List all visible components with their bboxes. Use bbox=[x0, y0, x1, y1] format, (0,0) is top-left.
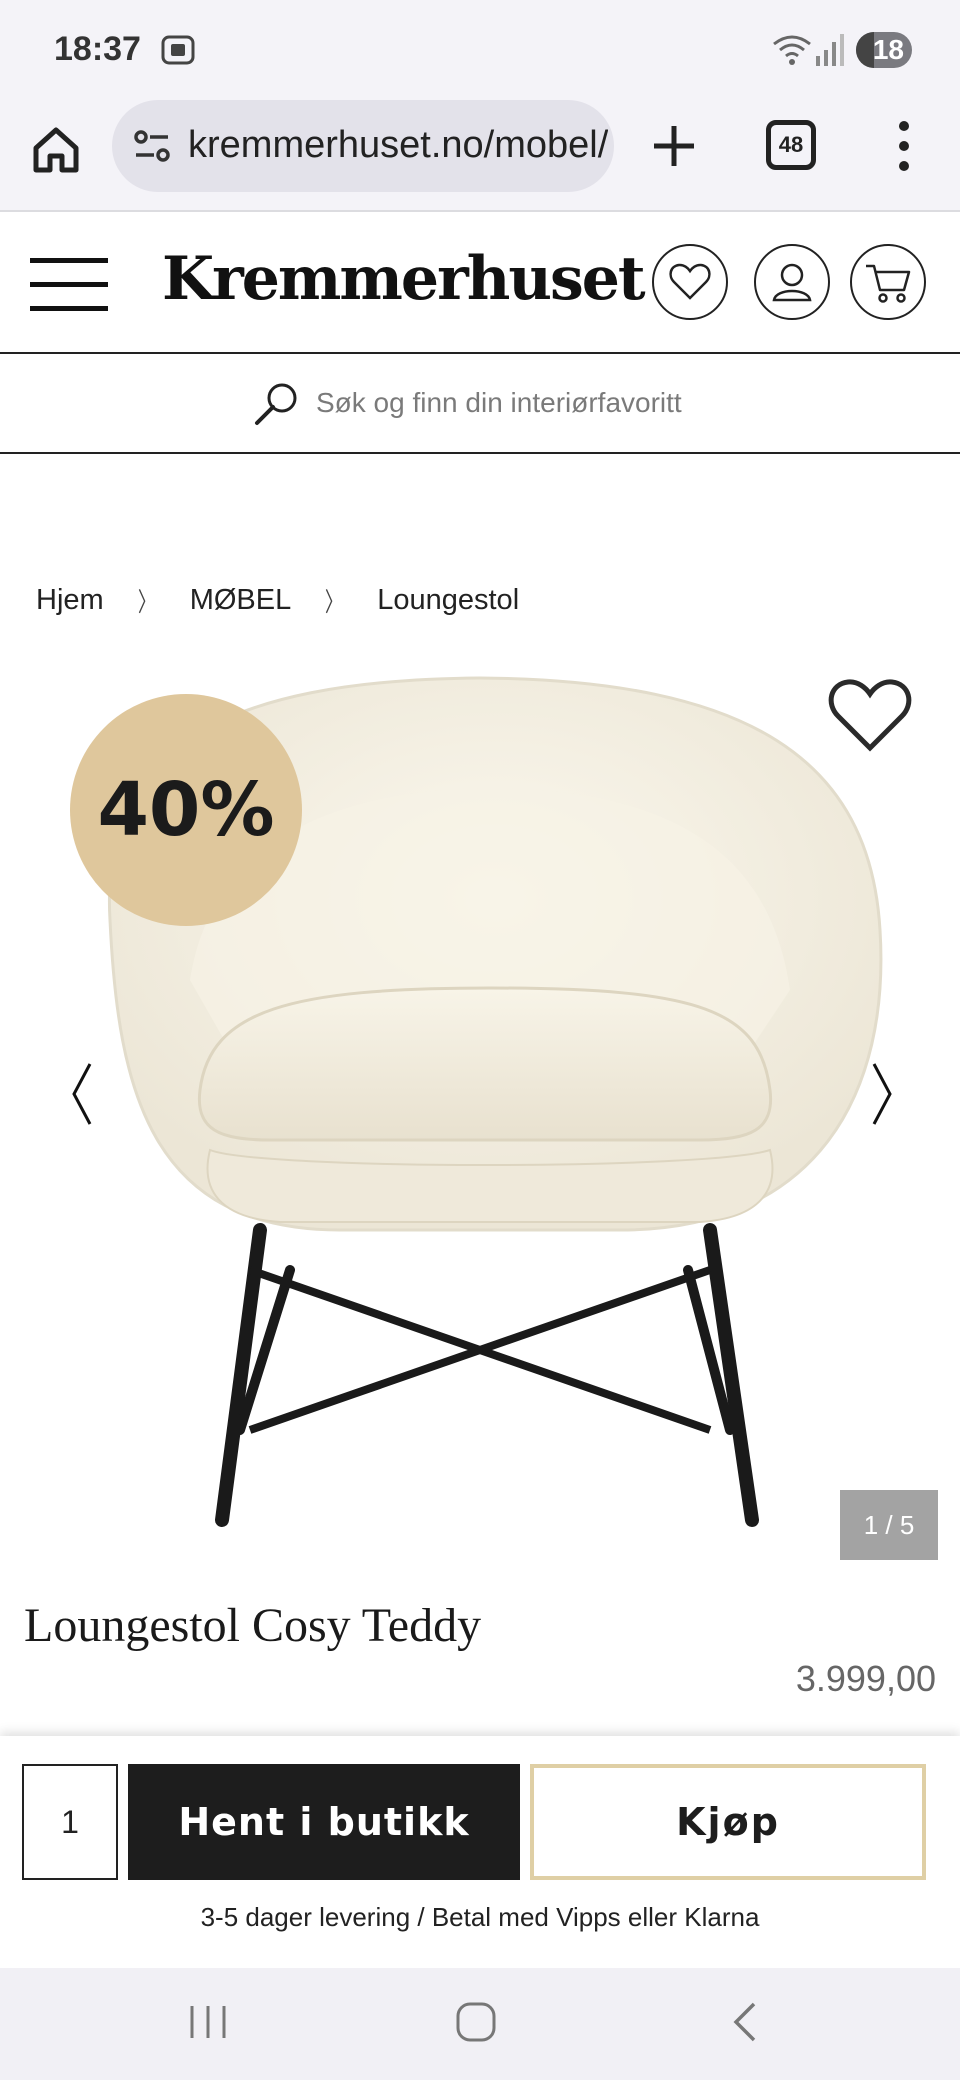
wifi-icon bbox=[773, 35, 811, 65]
breadcrumb: Hjem 〉 MØBEL 〉 Loungestol bbox=[36, 580, 519, 620]
screenshot-icon bbox=[161, 35, 195, 65]
chevron-right-icon[interactable] bbox=[862, 1054, 902, 1134]
delivery-info: 3-5 dager levering / Betal med Vipps ell… bbox=[200, 1902, 760, 1932]
heart-icon[interactable] bbox=[828, 676, 912, 756]
home-nav-icon[interactable] bbox=[454, 2000, 498, 2044]
search-icon[interactable] bbox=[252, 380, 300, 428]
status-bar: 18:37 18 bbox=[0, 0, 960, 100]
site-logo[interactable]: Kremmerhuset bbox=[162, 244, 646, 314]
breadcrumb-separator: 〉 bbox=[137, 586, 156, 617]
site-settings-icon[interactable] bbox=[132, 126, 172, 166]
browser-toolbar: kremmerhuset.no/mobel/lounge 48 bbox=[0, 100, 960, 212]
wishlist-button[interactable] bbox=[652, 244, 728, 320]
chevron-left-icon[interactable] bbox=[62, 1054, 102, 1134]
recents-icon[interactable] bbox=[186, 2000, 230, 2044]
system-navigation-bar bbox=[0, 1968, 960, 2080]
breadcrumb-loungestol[interactable]: Loungestol bbox=[377, 584, 519, 617]
account-button[interactable] bbox=[754, 244, 830, 320]
new-tab-icon[interactable] bbox=[646, 118, 702, 174]
product-gallery: 40% 1 / 5 bbox=[0, 670, 960, 1560]
url-text[interactable]: kremmerhuset.no/mobel/lounge bbox=[188, 124, 608, 167]
home-icon[interactable] bbox=[28, 122, 84, 178]
signal-icon bbox=[816, 34, 844, 66]
cart-icon bbox=[866, 264, 911, 303]
product-title: Loungestol Cosy Teddy bbox=[24, 1599, 482, 1652]
search-input[interactable] bbox=[316, 378, 876, 428]
site-header: Kremmerhuset bbox=[0, 214, 960, 354]
status-time: 18:37 bbox=[54, 30, 141, 68]
breadcrumb-mobel[interactable]: MØBEL bbox=[190, 584, 292, 617]
product-price: 3.999,00 bbox=[795, 1658, 936, 1699]
search-bar bbox=[0, 356, 960, 454]
cart-button[interactable] bbox=[850, 244, 926, 320]
more-menu-icon[interactable] bbox=[886, 118, 922, 174]
user-icon bbox=[772, 263, 812, 302]
tab-switcher-button[interactable]: 48 bbox=[766, 120, 816, 170]
breadcrumb-home[interactable]: Hjem bbox=[36, 584, 104, 617]
breadcrumb-separator: 〉 bbox=[325, 586, 344, 617]
heart-icon bbox=[669, 263, 711, 300]
back-icon[interactable] bbox=[730, 1998, 760, 2046]
battery-indicator: 18 bbox=[856, 32, 912, 68]
quantity-input[interactable] bbox=[22, 1764, 118, 1880]
discount-badge: 40% bbox=[70, 694, 302, 926]
address-bar[interactable]: kremmerhuset.no/mobel/lounge bbox=[112, 100, 614, 192]
battery-level: 18 bbox=[872, 34, 904, 65]
pickup-in-store-button[interactable]: Hent i butikk bbox=[128, 1764, 520, 1880]
image-counter: 1 / 5 bbox=[840, 1490, 938, 1560]
buy-button[interactable]: Kjøp bbox=[530, 1764, 926, 1880]
purchase-bar: Hent i butikk Kjøp 3-5 dager levering / … bbox=[0, 1736, 960, 1968]
hamburger-menu-icon[interactable] bbox=[30, 254, 108, 314]
